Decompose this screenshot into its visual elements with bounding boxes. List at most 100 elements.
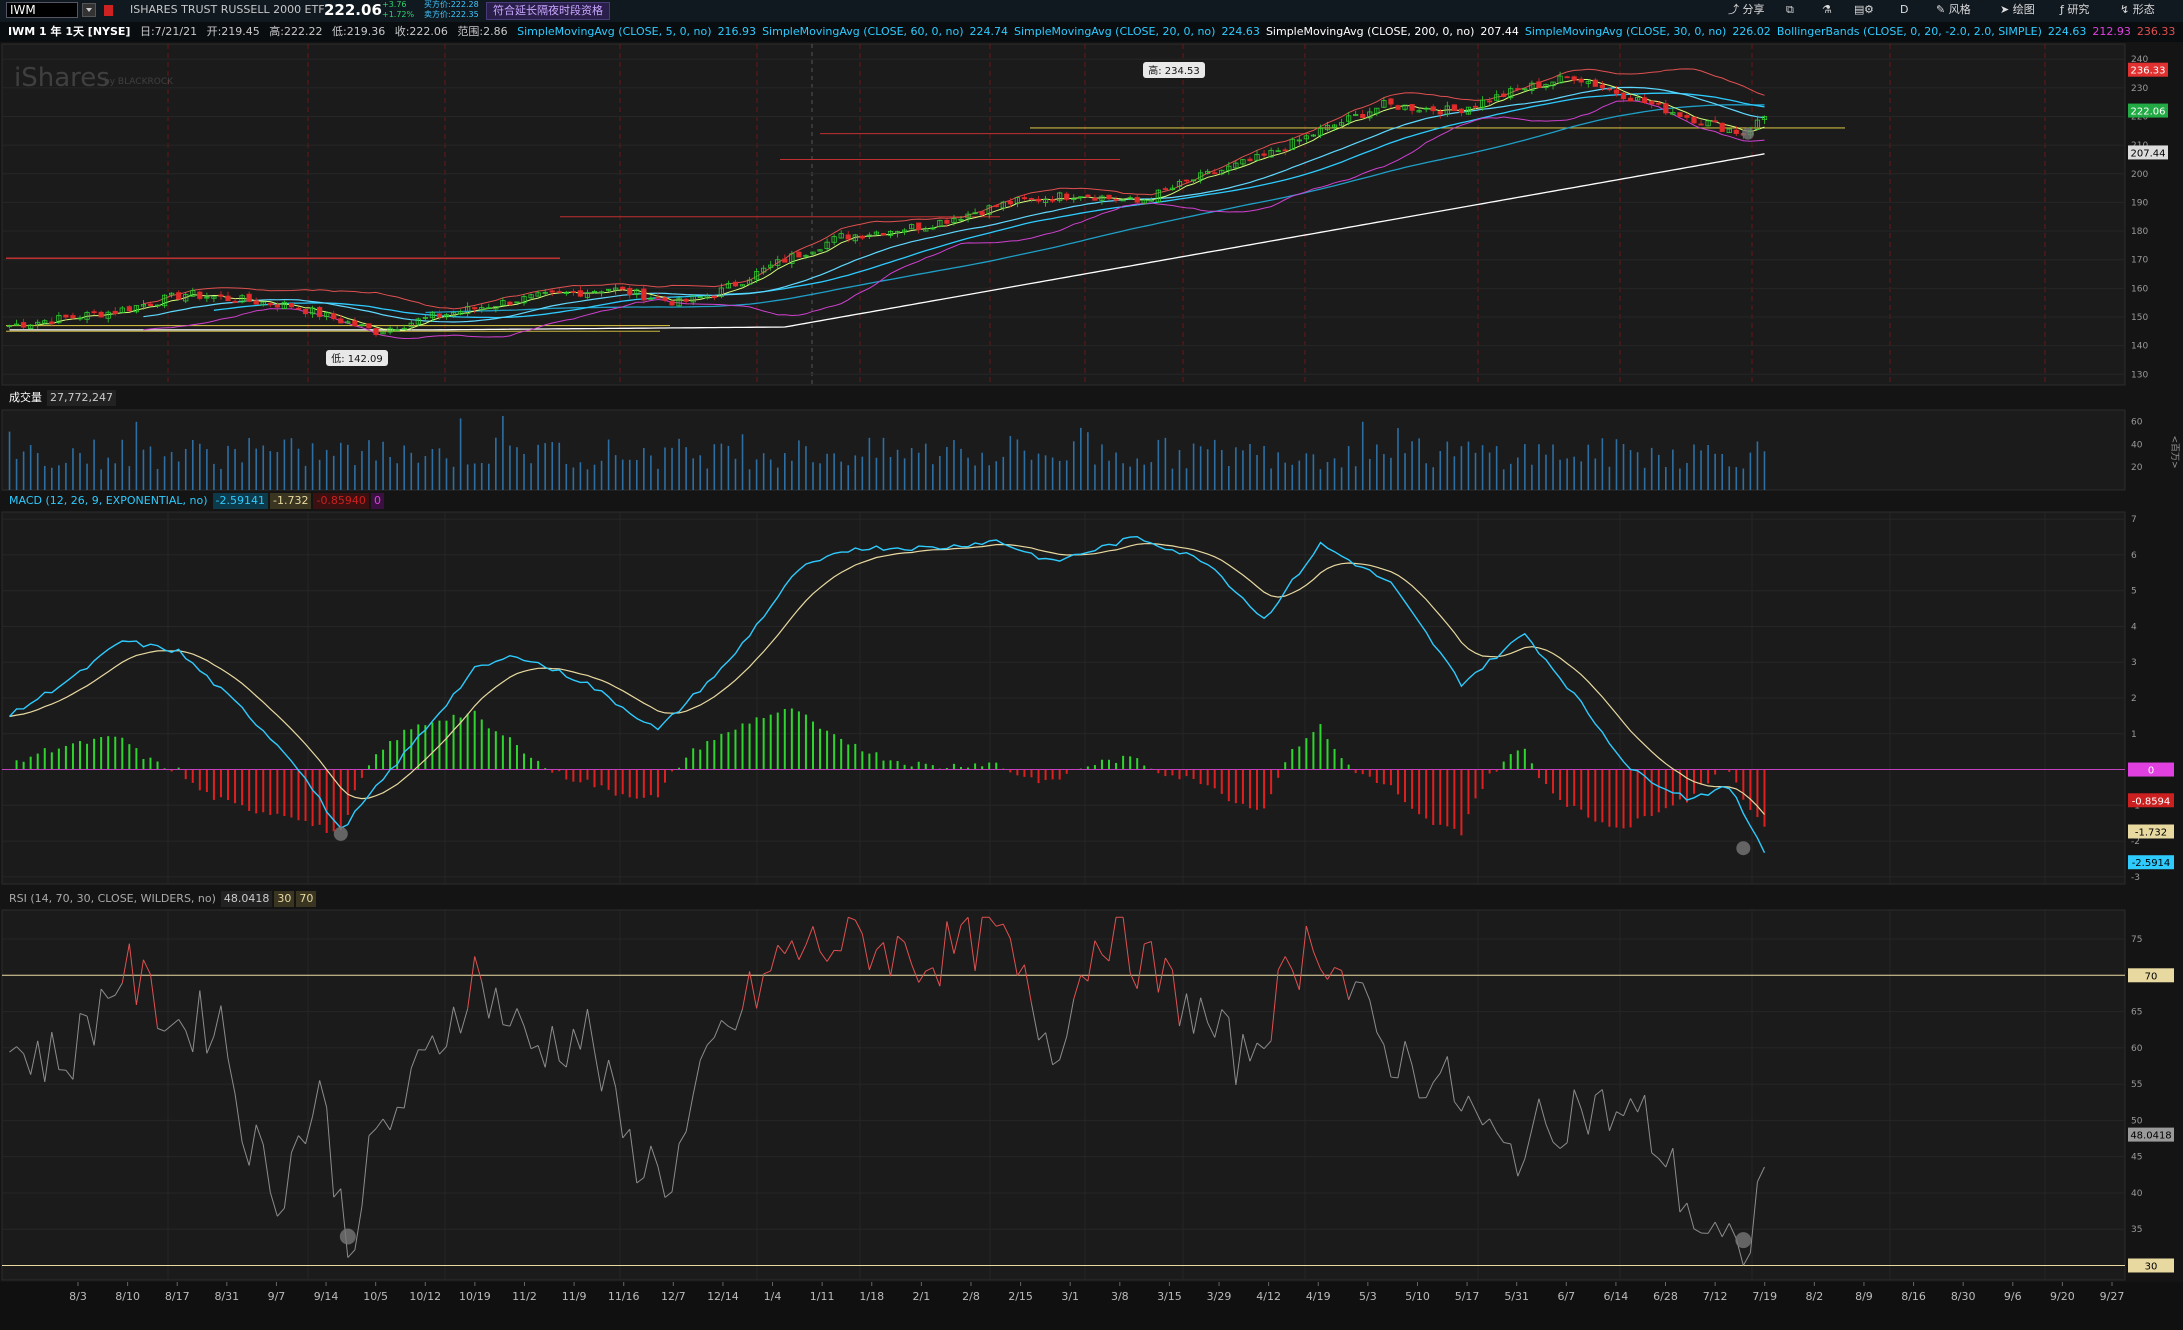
study-name[interactable]: SimpleMovingAvg (CLOSE, 60, 0, no) [762, 25, 963, 38]
drawing-button[interactable]: ➤ 绘图 [2000, 2, 2035, 18]
candle [1107, 195, 1111, 198]
study-name[interactable]: SimpleMovingAvg (CLOSE, 5, 0, no) [517, 25, 711, 38]
volume-pane [2, 410, 2125, 490]
x-axis-label: 11/9 [562, 1290, 587, 1303]
x-axis-label: 6/14 [1604, 1290, 1629, 1303]
bb-lower-value: 212.93 [2092, 25, 2131, 38]
price-badge-text: 222.06 [2131, 107, 2166, 118]
candle [1008, 201, 1012, 203]
high-label: 高: 234.53 [1148, 64, 1200, 77]
macd-axis-tick: 5 [2131, 587, 2137, 597]
x-axis-label: 5/3 [1359, 1290, 1377, 1303]
rsi-badge-text: 30 [2145, 1261, 2158, 1272]
study-name[interactable]: BollingerBands (CLOSE, 0, 20, -2.0, 2.0,… [1777, 25, 2042, 38]
x-axis-label: 10/19 [459, 1290, 491, 1303]
x-axis-label: 8/2 [1805, 1290, 1823, 1303]
x-axis-label: 8/17 [165, 1290, 190, 1303]
volume-axis-tick: 40 [2131, 440, 2143, 450]
candle [1678, 113, 1682, 117]
x-axis-label: 2/8 [962, 1290, 980, 1303]
candle [578, 291, 582, 297]
rsi-axis-tick: 65 [2131, 1008, 2142, 1018]
volume-unit: <百万> [2169, 435, 2180, 468]
x-axis-label: 8/10 [115, 1290, 140, 1303]
marker-circle [1735, 1232, 1751, 1248]
x-axis-label: 7/19 [1752, 1290, 1777, 1303]
candle [508, 302, 512, 305]
chart-canvas[interactable]: 240230220210200190180170160150140130高: 2… [0, 42, 2183, 1330]
candle [1473, 106, 1477, 107]
link-color-icon[interactable] [104, 5, 113, 16]
macd-badge: -1.732 [2128, 824, 2174, 838]
timeframe-button[interactable]: D [1900, 2, 1908, 18]
candle [846, 235, 850, 239]
study-name[interactable]: SimpleMovingAvg (CLOSE, 20, 0, no) [1014, 25, 1215, 38]
study-name[interactable]: SimpleMovingAvg (CLOSE, 30, 0, no) [1525, 25, 1726, 38]
symbol-dropdown-button[interactable] [82, 3, 96, 17]
price-axis-tick: 150 [2131, 313, 2148, 323]
rsi-badge: 48.0418 [2128, 1128, 2174, 1142]
chart-title: IWM 1 年 1天 [NYSE] [8, 25, 130, 38]
x-axis-label: 3/8 [1111, 1290, 1129, 1303]
candle [1184, 180, 1188, 181]
rsi-badge: 30 [2128, 1258, 2174, 1272]
candle [148, 304, 152, 306]
x-axis-label: 4/19 [1306, 1290, 1331, 1303]
x-axis-label: 8/30 [1951, 1290, 1976, 1303]
price-axis-tick: 130 [2131, 370, 2148, 380]
candle [226, 296, 230, 301]
price-axis-tick: 230 [2131, 84, 2148, 94]
x-axis: 8/38/108/178/319/79/1410/510/1210/1911/2… [0, 1282, 2183, 1330]
candle [1114, 199, 1118, 200]
candle [917, 223, 921, 230]
gear-icon: ⚙ [1864, 3, 1874, 16]
info-low: 低:219.36 [332, 25, 385, 38]
candle [289, 303, 293, 306]
candle [1516, 89, 1520, 90]
style-button[interactable]: ✎ 风格 [1936, 2, 1971, 18]
x-axis-label: 11/2 [512, 1290, 537, 1303]
candle [1389, 99, 1393, 104]
x-axis-label: 1/18 [859, 1290, 884, 1303]
studies-button[interactable]: ƒ 研究 [2060, 2, 2089, 18]
study-value: 224.63 [2048, 25, 2087, 38]
info-date: 日:7/21/21 [140, 25, 197, 38]
candle [268, 304, 272, 305]
candle [550, 291, 554, 292]
symbol-input[interactable] [6, 2, 78, 18]
x-axis-label: 10/5 [363, 1290, 388, 1303]
candle [1396, 106, 1400, 110]
price-axis-tick: 180 [2131, 227, 2148, 237]
candle [1135, 197, 1139, 202]
candle [1283, 150, 1287, 151]
candle [92, 312, 96, 313]
sync-button[interactable]: ⧉ [1786, 2, 1794, 18]
x-axis-label: 8/9 [1855, 1290, 1873, 1303]
patterns-button[interactable]: ↯ 形态 [2120, 2, 2155, 18]
x-axis-label: 3/1 [1061, 1290, 1079, 1303]
settings-button[interactable]: ⚙ [1860, 2, 1874, 18]
study-name[interactable]: SimpleMovingAvg (CLOSE, 200, 0, no) [1266, 25, 1474, 38]
x-axis-label: 5/10 [1405, 1290, 1430, 1303]
rsi-line-segment [397, 1107, 404, 1108]
macd-label: MACD (12, 26, 9, EXPONENTIAL, no)-2.5914… [6, 493, 386, 509]
x-axis-label: 6/28 [1653, 1290, 1678, 1303]
macd-axis-tick: 7 [2131, 515, 2137, 525]
extended-hours-button[interactable]: 符合延长隔夜时段资格 [486, 2, 610, 20]
x-axis-label: 8/3 [69, 1290, 87, 1303]
candle [980, 212, 984, 215]
share-button[interactable]: ⤴ 分享 [1728, 2, 1765, 18]
candle [945, 220, 949, 223]
lab-button[interactable]: ⚗ [1822, 2, 1832, 18]
candle [621, 287, 625, 289]
candle [472, 308, 476, 309]
candle [881, 233, 885, 235]
marker-circle [1736, 841, 1750, 855]
candle [670, 302, 674, 305]
candle [684, 299, 688, 301]
candle [656, 297, 660, 298]
candle [1664, 104, 1668, 113]
macd-badge-text: -1.732 [2135, 827, 2167, 838]
macd-badge: -0.8594 [2128, 793, 2174, 807]
candle [353, 321, 357, 326]
